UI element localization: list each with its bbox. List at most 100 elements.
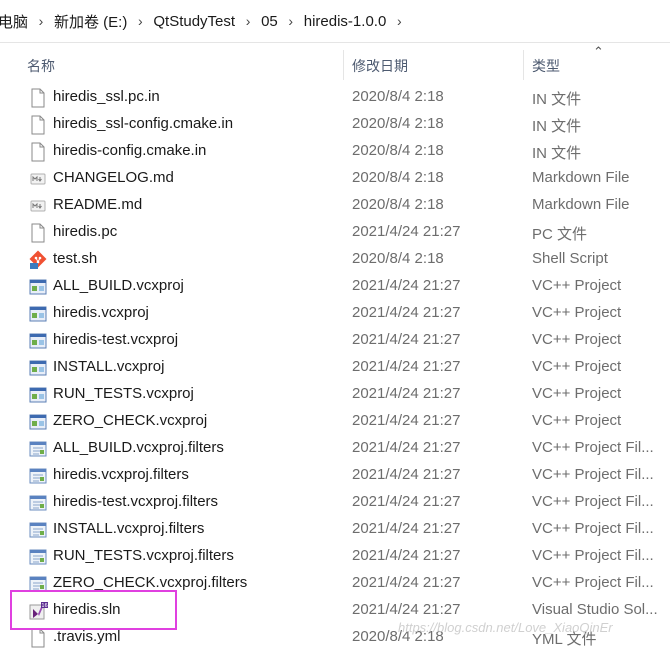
file-row[interactable]: INSTALL.vcxproj 2021/4/24 21:27 VC++ Proje…: [0, 354, 670, 381]
vcxproj-icon: [29, 277, 47, 297]
file-row[interactable]: ALL_BUILD.vcxproj.filters 2021/4/24 21:27…: [0, 435, 670, 462]
file-type: VC++ Project: [532, 358, 622, 375]
file-name: ZERO_CHECK.vcxproj: [53, 412, 208, 429]
file-modified-date: 2021/4/24 21:27: [352, 358, 461, 375]
vcxproj-icon: [29, 331, 47, 351]
file-modified-date: 2020/8/4 2:18: [352, 115, 444, 132]
file-name: hiredis.vcxproj.filters: [53, 466, 189, 483]
file-type: IN 文件: [532, 145, 582, 162]
file-row[interactable]: hiredis.vcxproj.filters 2021/4/24 21:27 VC…: [0, 462, 670, 489]
file-name: RUN_TESTS.vcxproj.filters: [53, 547, 234, 564]
file-name: RUN_TESTS.vcxproj: [53, 385, 194, 402]
visual-studio-solution-icon: 16: [29, 601, 48, 621]
file-name: hiredis-test.vcxproj: [53, 331, 179, 348]
vcxproj-filters-icon: [29, 547, 47, 567]
file-row[interactable]: ALL_BUILD.vcxproj 2021/4/24 21:27 VC++ Pro…: [0, 273, 670, 300]
breadcrumb-qtstudytest[interactable]: QtStudyTest: [149, 13, 239, 30]
file-type: VC++ Project: [532, 412, 622, 429]
file-modified-date: 2021/4/24 21:27: [352, 304, 461, 321]
watermark: https://blog.csdn.net/Love_XiaoQinEr: [398, 620, 613, 635]
file-row[interactable]: hiredis-config.cmake.in 2020/8/4 2:18 IN 文…: [0, 138, 670, 165]
column-date[interactable]: 修改日期: [352, 56, 408, 76]
file-row[interactable]: ZERO_CHECK.vcxproj.filters 2021/4/24 21:2…: [0, 570, 670, 597]
file-type: VC++ Project: [532, 331, 622, 348]
sort-ascending-icon: ⌃: [593, 44, 604, 59]
file-type: VC++ Project Fil...: [532, 547, 654, 564]
column-name[interactable]: 名称: [27, 56, 55, 76]
column-header: ⌃ 名称 修改日期 类型: [0, 42, 670, 85]
document-icon: [29, 223, 47, 243]
file-name: ALL_BUILD.vcxproj.filters: [53, 439, 224, 456]
document-icon: [29, 88, 47, 108]
column-type[interactable]: 类型: [532, 56, 560, 76]
vcxproj-filters-icon: [29, 466, 47, 486]
vcxproj-filters-icon: [29, 520, 47, 540]
file-name: README.md: [53, 196, 143, 213]
file-row[interactable]: hiredis-test.vcxproj 2021/4/24 21:27 VC++ …: [0, 327, 670, 354]
chevron-right-icon[interactable]: ›: [390, 13, 408, 29]
file-type: Markdown File: [532, 169, 630, 186]
column-divider[interactable]: [523, 50, 524, 80]
file-name: hiredis.vcxproj: [53, 304, 149, 321]
file-modified-date: 2021/4/24 21:27: [352, 385, 461, 402]
file-row[interactable]: test.sh 2020/8/4 2:18 Shell Script: [0, 246, 670, 273]
breadcrumb-05[interactable]: 05: [257, 13, 282, 30]
document-icon: [29, 115, 47, 135]
breadcrumb-this-pc[interactable]: 电脑: [0, 11, 32, 32]
file-name: INSTALL.vcxproj: [53, 358, 165, 375]
file-modified-date: 2020/8/4 2:18: [352, 250, 444, 267]
file-row[interactable]: hiredis.vcxproj 2021/4/24 21:27 VC++ Proje…: [0, 300, 670, 327]
file-name: CHANGELOG.md: [53, 169, 174, 186]
chevron-right-icon[interactable]: ›: [32, 13, 50, 29]
file-modified-date: 2021/4/24 21:27: [352, 601, 461, 618]
breadcrumb-drive-e[interactable]: 新加卷 (E:): [50, 11, 131, 32]
file-list: hiredis_ssl.pc.in 2020/8/4 2:18 IN 文件 hired…: [0, 84, 670, 651]
file-type: IN 文件: [532, 91, 582, 108]
file-row[interactable]: ZERO_CHECK.vcxproj 2021/4/24 21:27 VC++ Pr…: [0, 408, 670, 435]
file-name: .travis.yml: [53, 628, 121, 645]
document-icon: [29, 628, 47, 648]
file-modified-date: 2021/4/24 21:27: [352, 493, 461, 510]
file-modified-date: 2020/8/4 2:18: [352, 196, 444, 213]
file-modified-date: 2020/8/4 2:18: [352, 169, 444, 186]
file-name: hiredis.pc: [53, 223, 118, 240]
file-name: ALL_BUILD.vcxproj: [53, 277, 184, 294]
file-row[interactable]: CHANGELOG.md 2020/8/4 2:18 Markdown File: [0, 165, 670, 192]
file-type: Shell Script: [532, 250, 608, 267]
file-type: VC++ Project Fil...: [532, 574, 654, 591]
vcxproj-icon: [29, 385, 47, 405]
file-name: hiredis_ssl.pc.in: [53, 88, 160, 105]
file-name: test.sh: [53, 250, 98, 267]
file-name: ZERO_CHECK.vcxproj.filters: [53, 574, 248, 591]
file-type: VC++ Project Fil...: [532, 493, 654, 510]
file-modified-date: 2020/8/4 2:18: [352, 142, 444, 159]
address-bar[interactable]: 电脑 › 新加卷 (E:) › QtStudyTest › 05 › hired…: [0, 0, 670, 43]
file-row[interactable]: hiredis.pc 2021/4/24 21:27 PC 文件: [0, 219, 670, 246]
file-modified-date: 2021/4/24 21:27: [352, 574, 461, 591]
file-row[interactable]: RUN_TESTS.vcxproj.filters 2021/4/24 21:27…: [0, 543, 670, 570]
file-row[interactable]: INSTALL.vcxproj.filters 2021/4/24 21:27 VC…: [0, 516, 670, 543]
file-modified-date: 2021/4/24 21:27: [352, 412, 461, 429]
file-row[interactable]: hiredis-test.vcxproj.filters 2021/4/24 21…: [0, 489, 670, 516]
file-modified-date: 2021/4/24 21:27: [352, 520, 461, 537]
file-row[interactable]: RUN_TESTS.vcxproj 2021/4/24 21:27 VC++ Pro…: [0, 381, 670, 408]
vcxproj-filters-icon: [29, 574, 47, 594]
document-icon: [29, 142, 47, 162]
breadcrumb-hiredis[interactable]: hiredis-1.0.0: [300, 13, 391, 30]
file-type: Visual Studio Sol...: [532, 601, 658, 618]
svg-text:16: 16: [41, 603, 47, 609]
vcxproj-icon: [29, 358, 47, 378]
file-modified-date: 2020/8/4 2:18: [352, 88, 444, 105]
column-divider[interactable]: [343, 50, 344, 80]
markdown-icon: [29, 196, 47, 216]
chevron-right-icon[interactable]: ›: [239, 13, 257, 29]
chevron-right-icon[interactable]: ›: [282, 13, 300, 29]
file-row[interactable]: hiredis_ssl-config.cmake.in 2020/8/4 2:18…: [0, 111, 670, 138]
file-type: VC++ Project: [532, 277, 622, 294]
file-row[interactable]: README.md 2020/8/4 2:18 Markdown File: [0, 192, 670, 219]
file-row[interactable]: hiredis_ssl.pc.in 2020/8/4 2:18 IN 文件: [0, 84, 670, 111]
vcxproj-icon: [29, 304, 47, 324]
chevron-right-icon[interactable]: ›: [131, 13, 149, 29]
file-type: VC++ Project: [532, 304, 622, 321]
file-modified-date: 2021/4/24 21:27: [352, 223, 461, 240]
